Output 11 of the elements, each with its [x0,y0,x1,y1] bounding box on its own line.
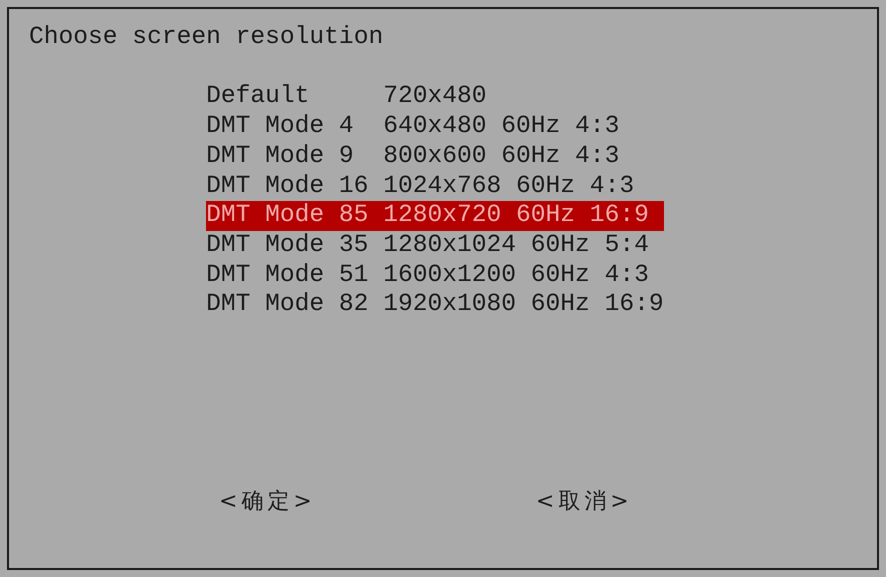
menu-item[interactable]: DMT Mode 35 1280x1024 60Hz 5:4 [206,230,664,261]
menu-item[interactable]: DMT Mode 82 1920x1080 60Hz 16:9 [206,290,664,320]
menu-item[interactable]: Default 720x480 [206,82,664,112]
menu-item[interactable]: DMT Mode 9 800x600 60Hz 4:3 [206,142,664,172]
menu-item[interactable]: DMT Mode 16 1024x768 60Hz 4:3 [206,172,664,202]
menu-item[interactable]: DMT Mode 4 640x480 60Hz 4:3 [206,112,664,142]
menu-item[interactable]: DMT Mode 85 1280x720 60Hz 16:9 [206,201,664,231]
dialog-button[interactable]: <确定> [219,486,316,516]
menu-item[interactable]: DMT Mode 51 1600x1200 60Hz 4:3 [206,260,664,290]
dialog-button[interactable]: <取消> [536,486,633,516]
dialog-title: Choose screen resolution [29,23,384,53]
